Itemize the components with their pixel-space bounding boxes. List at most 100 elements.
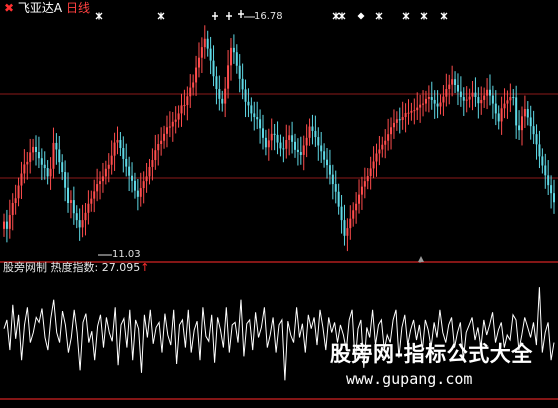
indicator-name: 热度指数: [50,261,99,274]
candle-body [488,89,491,96]
candle-body [43,164,46,169]
star-marker-icon [402,12,410,20]
candle-body [334,184,337,192]
low-price-label: 11.03 [112,249,141,260]
candle-body [107,164,110,169]
candle-body [320,145,323,152]
candle-body [227,65,230,89]
candle-body [474,92,477,98]
indicator-source: 股旁网制 [3,261,47,274]
up-arrow-icon: ↑ [140,261,150,274]
candle-body [14,198,17,204]
candle-body [553,193,555,203]
candle-body [390,127,393,135]
candle-body [26,161,29,165]
candle-body [32,146,35,153]
high-price-label: 16.78 [254,11,283,22]
candle-body [168,126,171,128]
candle-body [221,98,224,104]
candle-body [317,137,320,146]
candle-body [445,89,448,97]
cross-marker-icon [226,12,232,20]
candle-body [267,140,270,148]
candle-body [343,220,346,236]
candle-body [270,133,273,141]
candle-body [58,149,61,163]
candle-body [541,156,544,166]
candle-body [363,181,366,187]
candle-body [439,102,442,107]
candle-body [165,127,168,134]
candle-body [8,215,11,229]
candle-body [299,152,302,155]
candle-body [49,168,52,177]
candle-body [186,96,189,106]
candle-body [84,212,87,221]
candle-body [544,165,547,176]
candle-body [244,89,247,102]
close-x-icon[interactable]: ✖ [4,1,14,15]
candle-body [526,109,529,118]
candle-body [104,168,107,177]
candle-body [430,97,433,100]
candle-body [163,133,166,141]
candle-body [133,180,136,191]
candle-body [360,186,363,195]
candle-body [154,150,157,161]
candle-body [547,175,550,186]
candle-body [529,117,532,127]
candle-body [378,149,381,154]
candle-body [52,142,55,169]
candle-body [398,119,401,121]
candle-body [192,82,195,88]
candle-body [509,97,512,101]
candle-body [314,130,317,138]
candle-body [177,113,180,120]
candle-body [349,218,352,229]
candle-body [369,168,372,177]
candle-body [35,146,38,153]
timeframe-label[interactable]: 日线 [66,1,90,15]
candle-body [64,172,67,188]
candle-body [142,181,145,189]
candle-body [291,135,294,142]
candle-body [422,103,425,105]
watermark-title: 股旁网-指标公式大全 [330,342,533,366]
candle-body [125,158,128,167]
star-marker-icon [420,12,428,20]
star-marker-icon [440,12,448,20]
star-marker-icon [95,12,103,20]
candle-body [392,122,395,128]
time-marker-triangle [418,256,424,262]
candle-body [311,126,314,131]
candle-body [480,99,483,104]
candle-body [46,168,49,177]
candle-body [486,89,489,96]
candle-body [535,134,538,145]
candle-body [407,112,410,114]
indicator-value: 27.095 [101,261,141,274]
candle-body [264,137,267,148]
candle-body [532,126,535,135]
stock-name: 飞亚达A [17,1,63,15]
candle-body [203,38,206,48]
candle-body [224,88,227,104]
candle-body [183,105,186,107]
candle-body [550,185,553,194]
candle-body [387,134,390,141]
candle-body [17,185,20,199]
candle-body [483,95,486,100]
candle-body [294,141,297,150]
candle-body [503,103,506,109]
watermark-url: www.gupang.com [346,370,473,388]
candle-body [3,221,5,229]
candle-body [448,84,451,90]
heat-index-line [3,287,555,381]
candle-body [40,158,43,165]
star-marker-icon [338,12,346,20]
candle-body [459,91,462,98]
candle-body [413,110,416,112]
candle-body [273,133,276,135]
cross-marker-icon [238,10,244,18]
candle-body [110,155,113,165]
